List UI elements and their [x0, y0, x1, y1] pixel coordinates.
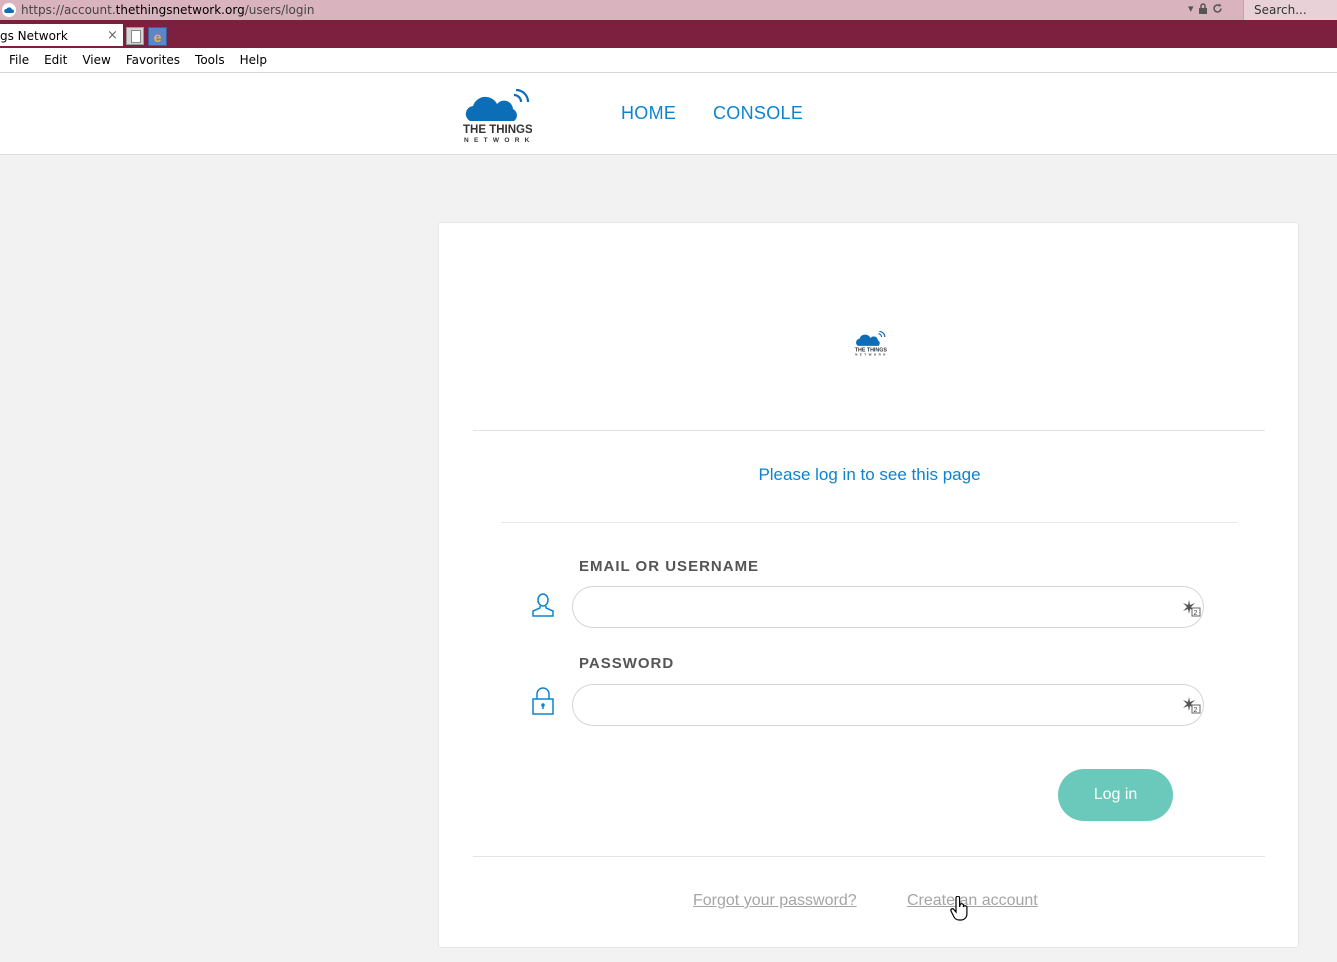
password-manager-icon[interactable]: 2	[1183, 599, 1203, 619]
lock-icon[interactable]	[1198, 3, 1208, 14]
password-field[interactable]	[572, 684, 1204, 726]
menu-view[interactable]: View	[82, 53, 110, 67]
menu-bar: File Edit View Favorites Tools Help	[0, 48, 1337, 73]
lock-icon	[532, 687, 554, 715]
menu-favorites[interactable]: Favorites	[126, 53, 180, 67]
ttn-logo-small: THE THINGS NETWORK	[855, 331, 887, 356]
browser-search-input[interactable]: Search...	[1243, 0, 1337, 20]
create-account-link[interactable]: Create an account	[907, 892, 1038, 910]
login-prompt: Please log in to see this page	[758, 465, 981, 484]
user-icon	[532, 593, 554, 617]
new-tab-icon[interactable]	[126, 27, 144, 45]
ttn-logo[interactable]: THE THINGS NETWORK	[462, 89, 532, 143]
dropdown-arrow-icon[interactable]: ▾	[1188, 2, 1194, 15]
svg-text:NETWORK: NETWORK	[464, 137, 532, 143]
nav-home[interactable]: HOME	[621, 103, 676, 124]
login-card: THE THINGS NETWORK Please log in to see …	[438, 222, 1299, 948]
svg-text:2: 2	[1194, 610, 1198, 617]
browser-e-icon[interactable]: e	[148, 27, 167, 46]
menu-file[interactable]: File	[9, 53, 29, 67]
ttn-favicon-icon	[2, 3, 16, 17]
url-field[interactable]: https://account.thethingsnetwork.org/use…	[21, 3, 314, 17]
tab-title: gs Network	[0, 29, 68, 43]
forgot-password-link[interactable]: Forgot your password?	[693, 892, 857, 910]
address-controls: ▾	[1188, 2, 1223, 15]
divider	[473, 430, 1265, 431]
svg-text:THE THINGS: THE THINGS	[463, 124, 532, 136]
menu-help[interactable]: Help	[240, 53, 267, 67]
email-label: EMAIL OR USERNAME	[579, 558, 760, 575]
site-header: THE THINGS NETWORK HOME CONSOLE	[0, 73, 1337, 155]
hand-cursor-icon	[950, 896, 968, 921]
refresh-icon[interactable]	[1212, 3, 1223, 14]
email-field[interactable]	[572, 586, 1204, 628]
nav-console[interactable]: CONSOLE	[713, 103, 803, 124]
address-bar: https://account.thethingsnetwork.org/use…	[0, 0, 1337, 20]
menu-tools[interactable]: Tools	[195, 53, 225, 67]
tab-active[interactable]: gs Network ×	[0, 24, 123, 46]
menu-edit[interactable]: Edit	[44, 53, 67, 67]
svg-text:NETWORK: NETWORK	[855, 353, 887, 356]
divider	[473, 856, 1265, 857]
login-button[interactable]: Log in	[1058, 769, 1173, 821]
password-label: PASSWORD	[579, 655, 675, 672]
tab-bar: gs Network ×	[0, 20, 1337, 48]
password-manager-icon[interactable]: 2	[1183, 696, 1203, 716]
tab-close-icon[interactable]: ×	[107, 28, 118, 43]
svg-text:2: 2	[1194, 707, 1198, 714]
divider	[501, 522, 1237, 523]
